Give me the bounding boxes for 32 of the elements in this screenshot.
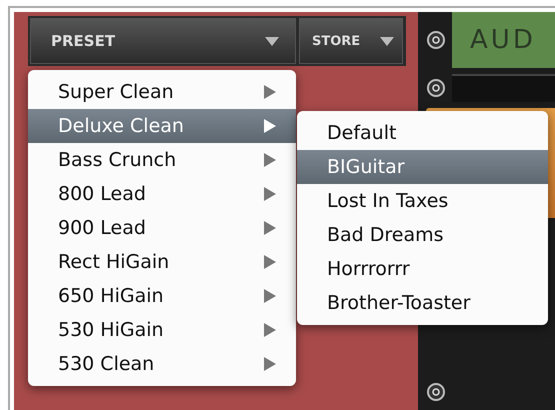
menu-item[interactable]: 900 Lead xyxy=(28,211,296,245)
menu-item[interactable]: 650 HiGain xyxy=(28,279,296,313)
menu-item[interactable]: Bass Crunch xyxy=(28,143,296,177)
submenu-arrow-icon xyxy=(264,323,276,337)
menu-item[interactable]: 800 Lead xyxy=(28,177,296,211)
submenu-arrow-icon xyxy=(264,85,276,99)
submenu-arrow-icon xyxy=(264,221,276,235)
submenu-arrow-icon xyxy=(264,153,276,167)
device-label: AUD xyxy=(470,25,536,55)
submenu-arrow-icon xyxy=(264,187,276,201)
menu-item[interactable]: Horrrorrr xyxy=(297,252,548,286)
knob-icon[interactable] xyxy=(426,382,446,402)
preset-button[interactable]: PRESET xyxy=(30,18,296,64)
menu-item[interactable]: Lost In Taxes xyxy=(297,184,548,218)
menu-item[interactable]: BIGuitar xyxy=(297,150,548,184)
store-button[interactable]: STORE xyxy=(299,18,403,64)
submenu-arrow-icon xyxy=(264,357,276,371)
menu-item[interactable]: Rect HiGain xyxy=(28,245,296,279)
menu-item[interactable]: Brother-Toaster xyxy=(297,286,548,320)
menu-item[interactable]: Bad Dreams xyxy=(297,218,548,252)
caret-icon xyxy=(380,36,394,46)
menu-item[interactable]: Default xyxy=(297,116,548,150)
submenu-arrow-icon xyxy=(264,255,276,269)
menu-item[interactable]: Super Clean xyxy=(28,75,296,109)
knob-icon[interactable] xyxy=(426,78,446,98)
menu-item[interactable]: 530 Clean xyxy=(28,347,296,381)
menu-item[interactable]: Deluxe Clean xyxy=(28,109,296,143)
knob-icon[interactable] xyxy=(426,30,446,50)
submenu-arrow-icon xyxy=(264,289,276,303)
caret-icon xyxy=(265,36,279,46)
submenu-arrow-icon xyxy=(264,119,276,133)
menu-item[interactable]: 530 HiGain xyxy=(28,313,296,347)
